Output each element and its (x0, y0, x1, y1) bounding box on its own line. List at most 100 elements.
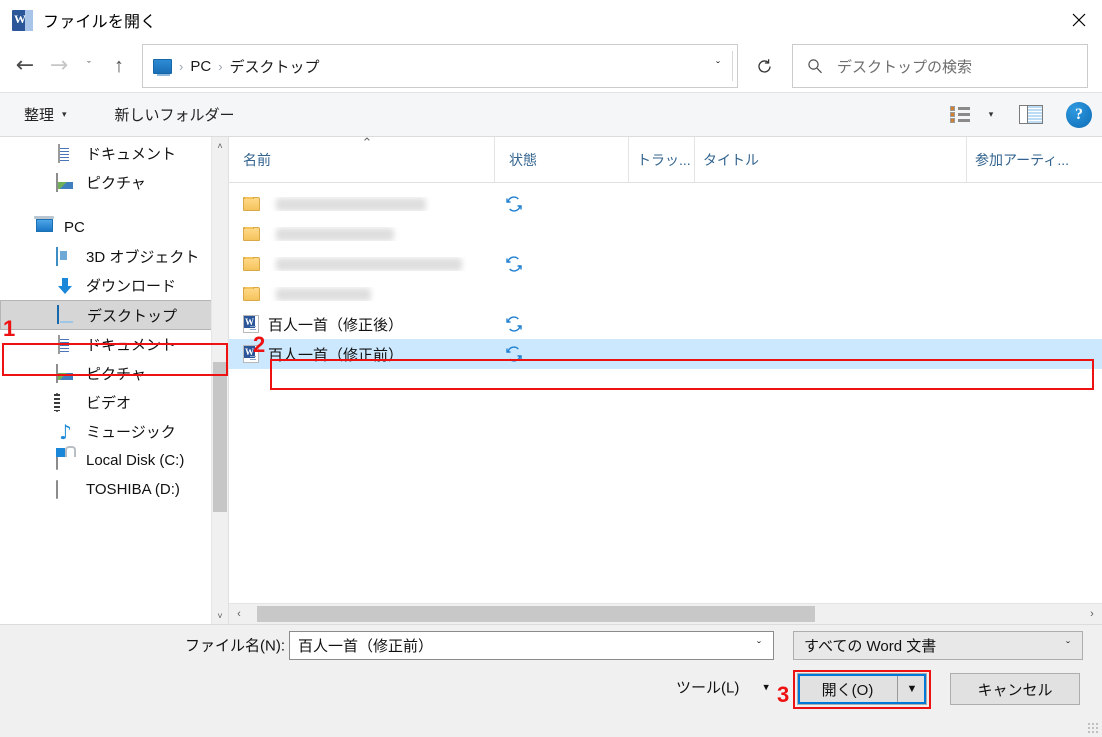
file-name: 百人一首（修正後） (268, 316, 404, 334)
sidebar-vertical-scrollbar[interactable]: ˄ ˅ (211, 137, 228, 624)
close-button[interactable] (1056, 0, 1102, 40)
caret-down-icon: ▼ (906, 683, 918, 695)
document-icon (56, 143, 76, 163)
table-row[interactable] (229, 249, 1102, 279)
back-arrow-icon: ← (15, 53, 35, 78)
column-label: タイトル (703, 151, 759, 168)
sidebar-item-label: ピクチャ (86, 366, 146, 383)
sidebar-item-desktop[interactable]: デスクトップ (0, 300, 228, 330)
chevron-glyph: ˇ (1066, 638, 1070, 653)
sidebar-item-pictures-quick[interactable]: ピクチャ (0, 168, 228, 197)
sidebar-item-label: PC (64, 219, 85, 236)
table-row[interactable] (229, 219, 1102, 249)
sidebar-item-pictures[interactable]: ピクチャ (0, 359, 228, 388)
column-header-row: 名前 状態 トラッ... タイトル 参加アーティ... (229, 137, 1102, 183)
column-header-contributing-artists[interactable]: 参加アーティ... (967, 137, 1071, 182)
help-button[interactable]: ? (1066, 101, 1092, 128)
organize-button[interactable]: 整理 ▾ (18, 98, 73, 132)
search-placeholder: デスクトップの検索 (837, 58, 973, 76)
table-row-word-before[interactable]: 百人一首（修正前） (229, 339, 1102, 369)
column-label: 状態 (509, 151, 537, 168)
search-box[interactable]: デスクトップの検索 (792, 44, 1088, 88)
breadcrumb-pc[interactable]: PC (190, 58, 211, 75)
blurred-folder-name (276, 287, 371, 301)
sync-icon (505, 255, 523, 273)
chevron-down-icon: ˇ (1054, 632, 1082, 659)
table-row-word-after[interactable]: 百人一首（修正後） (229, 309, 1102, 339)
recent-locations-button[interactable]: ˇ (76, 49, 102, 83)
column-header-name[interactable]: 名前 (229, 137, 495, 182)
scroll-up-button[interactable]: ˄ (212, 137, 228, 154)
filename-value: 百人一首（修正前） (298, 638, 434, 655)
help-icon: ? (1075, 105, 1083, 123)
search-icon (808, 59, 822, 74)
dialog-body: ドキュメント ピクチャ PC 3D オブジェクト ダウンロード デスクトップ ド… (0, 137, 1102, 624)
horizontal-scrollbar[interactable]: ‹ › (229, 603, 1102, 624)
tools-label: ツール(L) (676, 679, 740, 697)
folder-icon (243, 197, 260, 211)
blurred-folder-name (276, 197, 426, 211)
scrollbar-thumb[interactable] (257, 606, 815, 622)
file-type-dropdown[interactable]: すべての Word 文書 ˇ (793, 631, 1083, 660)
windows-drive-icon (56, 450, 76, 470)
sync-icon (505, 345, 523, 363)
picture-icon (56, 172, 76, 192)
sidebar-item-label: TOSHIBA (D:) (86, 481, 180, 498)
sidebar-item-documents[interactable]: ドキュメント (0, 330, 228, 359)
refresh-button[interactable] (742, 44, 786, 88)
filename-dropdown-button[interactable]: ˇ (745, 632, 773, 659)
column-header-status[interactable]: 状態 (495, 137, 629, 182)
resize-grip[interactable] (1088, 723, 1099, 734)
sidebar-item-music[interactable]: ミュージック (0, 417, 228, 446)
arrow-up-icon: ↑ (114, 55, 124, 77)
sidebar-item-videos[interactable]: ビデオ (0, 388, 228, 417)
sidebar-item-documents-quick[interactable]: ドキュメント (0, 139, 228, 168)
open-file-dialog: W ファイルを開く ← → ˇ ↑ › PC › デスクトップ ˇ デスクトップ… (0, 0, 1102, 737)
sidebar-item-downloads[interactable]: ダウンロード (0, 271, 228, 300)
sidebar-item-3d-objects[interactable]: 3D オブジェクト (0, 242, 228, 271)
forward-button[interactable]: → (42, 49, 76, 83)
sync-icon (505, 315, 523, 333)
command-bar: 整理 ▾ 新しいフォルダー ▾ ? (0, 92, 1102, 137)
cancel-button[interactable]: キャンセル (950, 673, 1080, 705)
table-row[interactable] (229, 189, 1102, 219)
caret-down-icon: ▾ (763, 681, 769, 694)
new-folder-button[interactable]: 新しいフォルダー (109, 98, 241, 132)
change-view-button[interactable] (940, 98, 978, 132)
column-label: 参加アーティ... (975, 151, 1069, 168)
folder-icon (243, 227, 260, 241)
preview-pane-button[interactable] (1004, 98, 1058, 132)
chevron-right-icon: › (1090, 608, 1094, 620)
scroll-left-button[interactable]: ‹ (229, 604, 249, 625)
up-button[interactable]: ↑ (102, 49, 136, 83)
open-label: 開く(O) (821, 681, 874, 699)
folder-icon (243, 257, 260, 271)
address-bar[interactable]: › PC › デスクトップ ˇ (142, 44, 738, 88)
sync-icon (505, 195, 523, 213)
filename-input[interactable]: 百人一首（修正前） ˇ (289, 631, 774, 660)
file-type-value: すべての Word 文書 (804, 638, 937, 655)
open-dropdown-button[interactable]: ▼ (897, 674, 926, 704)
scroll-down-button[interactable]: ˅ (212, 607, 228, 624)
scrollbar-thumb[interactable] (213, 362, 227, 512)
sidebar-item-local-disk-c[interactable]: Local Disk (C:) (0, 446, 228, 475)
table-row[interactable] (229, 279, 1102, 309)
back-button[interactable]: ← (8, 49, 42, 83)
column-header-track[interactable]: トラッ... (629, 137, 695, 182)
chevron-down-icon: ˇ (716, 59, 720, 73)
sidebar-item-label: ドキュメント (86, 146, 177, 163)
open-button[interactable]: 開く(O) ▼ (797, 673, 927, 705)
breadcrumb-desktop[interactable]: デスクトップ (230, 56, 320, 77)
document-icon (56, 334, 76, 354)
sidebar-item-pc[interactable]: PC (0, 213, 228, 242)
view-dropdown-button[interactable]: ▾ (978, 98, 1004, 132)
scroll-right-button[interactable]: › (1082, 604, 1102, 625)
sidebar-tree: ドキュメント ピクチャ PC 3D オブジェクト ダウンロード デスクトップ ド… (0, 137, 228, 504)
sidebar-item-toshiba-d[interactable]: TOSHIBA (D:) (0, 475, 228, 504)
navigation-sidebar: ドキュメント ピクチャ PC 3D オブジェクト ダウンロード デスクトップ ド… (0, 137, 228, 624)
tools-button[interactable]: ツール(L) ▾ (676, 677, 769, 698)
chevron-down-icon: ˅ (217, 610, 223, 621)
address-dropdown-button[interactable]: ˇ (704, 45, 732, 87)
blurred-folder-name (276, 257, 462, 271)
column-header-title[interactable]: タイトル (695, 137, 967, 182)
